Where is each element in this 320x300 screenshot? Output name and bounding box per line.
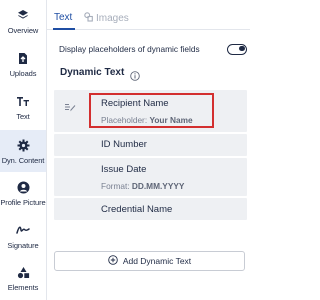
field-name: Credential Name bbox=[101, 204, 173, 215]
sidebar-item-profile-picture[interactable]: Profile Picture bbox=[0, 172, 46, 214]
sidebar-item-label: Dyn. Content bbox=[1, 156, 45, 165]
field-name: ID Number bbox=[101, 139, 147, 150]
sidebar-item-label: Overview bbox=[7, 26, 39, 35]
sidebar-item-label: Profile Picture bbox=[0, 198, 46, 207]
tab-label: Images bbox=[96, 13, 129, 24]
add-button-label: Add Dynamic Text bbox=[122, 256, 192, 266]
info-icon[interactable] bbox=[130, 68, 141, 81]
tab-text[interactable]: Text bbox=[54, 12, 72, 23]
dynamic-content-panel: Text Images Display placeholders of dyna… bbox=[47, 0, 250, 300]
sidebar-item-label: Elements bbox=[7, 283, 39, 292]
images-icon bbox=[84, 12, 93, 25]
section-title: Dynamic Text bbox=[60, 67, 125, 78]
field-id-number[interactable]: ID Number bbox=[54, 134, 247, 156]
profile-icon bbox=[16, 180, 30, 194]
sidebar: Overview Uploads Text Dyn. Content Profi… bbox=[0, 0, 47, 300]
sidebar-item-text[interactable]: Text bbox=[0, 86, 46, 128]
tab-label: Text bbox=[54, 12, 73, 23]
tab-images[interactable]: Images bbox=[84, 12, 129, 25]
add-dynamic-text-button[interactable]: Add Dynamic Text bbox=[54, 251, 245, 271]
upload-icon bbox=[16, 51, 30, 65]
sidebar-item-label: Signature bbox=[7, 241, 39, 250]
sidebar-item-overview[interactable]: Overview bbox=[0, 0, 46, 42]
sidebar-item-signature[interactable]: Signature bbox=[0, 215, 46, 257]
signature-icon bbox=[16, 223, 30, 237]
text-icon bbox=[16, 94, 30, 108]
field-credential-name[interactable]: Credential Name bbox=[54, 198, 247, 220]
tab-bar: Text Images bbox=[47, 0, 250, 30]
sidebar-item-dyn-content[interactable]: Dyn. Content bbox=[0, 130, 46, 172]
placeholder-toggle[interactable] bbox=[227, 43, 247, 55]
highlight-box bbox=[89, 93, 214, 128]
plus-circle-icon bbox=[108, 252, 118, 270]
sidebar-item-elements[interactable]: Elements bbox=[0, 257, 46, 299]
field-format: Format: DD.MM.YYYY bbox=[101, 181, 185, 191]
placeholder-toggle-row: Display placeholders of dynamic fields bbox=[59, 42, 247, 56]
field-recipient-name[interactable]: Recipient Name Placeholder: Your Name bbox=[54, 90, 247, 132]
layers-icon bbox=[16, 8, 30, 22]
shapes-icon bbox=[16, 265, 30, 279]
active-tab-indicator bbox=[53, 28, 75, 30]
field-name: Issue Date bbox=[101, 164, 147, 175]
sidebar-item-label: Uploads bbox=[9, 69, 37, 78]
placeholder-toggle-label: Display placeholders of dynamic fields bbox=[59, 44, 200, 54]
dynamic-text-heading: Dynamic Text bbox=[60, 67, 141, 81]
sidebar-item-label: Text bbox=[16, 112, 30, 121]
toggle-knob bbox=[239, 45, 245, 52]
field-issue-date[interactable]: Issue Date Format: DD.MM.YYYY bbox=[54, 158, 247, 196]
sidebar-item-uploads[interactable]: Uploads bbox=[0, 43, 46, 85]
drag-handle-icon[interactable] bbox=[64, 100, 76, 112]
gear-icon bbox=[16, 138, 30, 152]
